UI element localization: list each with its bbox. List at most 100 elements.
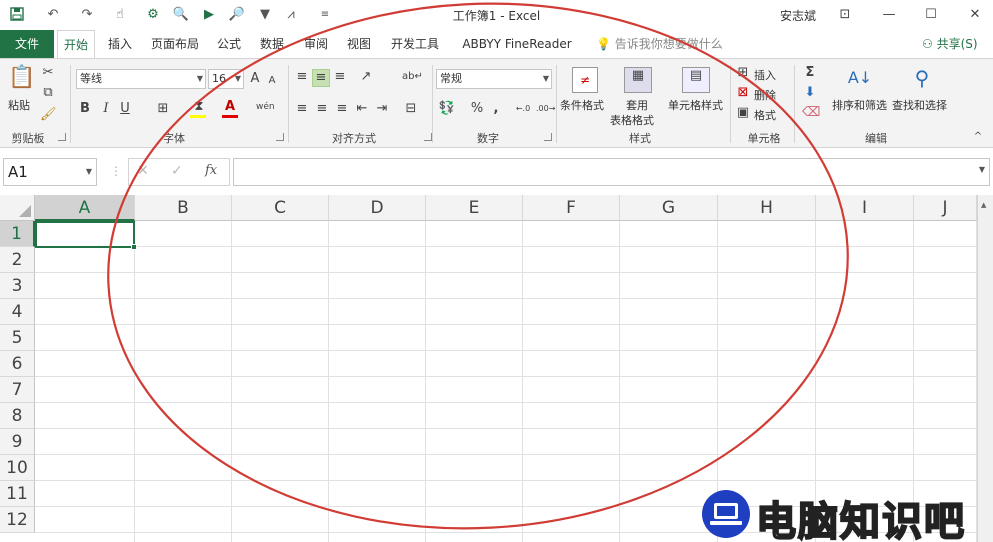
row-header-6[interactable]: 6	[0, 351, 35, 377]
tab-page-layout[interactable]: 页面布局	[148, 30, 202, 58]
tab-file[interactable]: 文件	[0, 30, 54, 58]
row-header-7[interactable]: 7	[0, 377, 35, 403]
insert-function-button[interactable]: fx	[205, 163, 225, 178]
format-cells-label[interactable]: 格式	[754, 107, 776, 123]
user-name[interactable]: 安志斌	[780, 7, 816, 24]
row-header-3[interactable]: 3	[0, 273, 35, 299]
orientation-icon[interactable]: ↗	[356, 69, 376, 85]
align-center-icon[interactable]: ≡	[314, 101, 330, 117]
grow-font-icon[interactable]: A	[248, 71, 262, 87]
tab-review[interactable]: 审阅	[300, 30, 332, 58]
select-all-corner[interactable]	[0, 195, 35, 221]
conditional-format-label[interactable]: 条件格式	[560, 97, 604, 113]
column-header-d[interactable]: D	[329, 195, 426, 221]
align-left-icon[interactable]: ≡	[294, 101, 310, 117]
row-header-12[interactable]: 12	[0, 507, 35, 533]
font-name-select[interactable]: 等线 ▼	[76, 69, 206, 89]
tab-insert[interactable]: 插入	[104, 30, 136, 58]
paste-icon[interactable]: 📋	[8, 65, 35, 91]
row-header-9[interactable]: 9	[0, 429, 35, 455]
alignment-launcher-icon[interactable]	[424, 133, 432, 141]
row-header-5[interactable]: 5	[0, 325, 35, 351]
tab-view[interactable]: 视图	[343, 30, 375, 58]
underline-button[interactable]: U	[118, 101, 132, 117]
percent-button[interactable]: %	[470, 101, 484, 117]
copy-icon[interactable]: ⧉	[40, 85, 56, 101]
column-header-f[interactable]: F	[523, 195, 620, 221]
close-icon[interactable]: ✕	[962, 4, 988, 26]
fill-handle[interactable]	[131, 244, 137, 250]
delete-cells-icon[interactable]: ⊠	[736, 85, 750, 101]
increase-decimal-icon[interactable]: ←.0	[514, 101, 532, 117]
tell-me-box[interactable]: 💡 告诉我你想要做什么	[596, 30, 723, 58]
insert-cells-icon[interactable]: ⊞	[736, 65, 750, 81]
row-header-10[interactable]: 10	[0, 455, 35, 481]
column-header-j[interactable]: J	[914, 195, 977, 221]
tab-data[interactable]: 数据	[256, 30, 288, 58]
format-as-table-label-1[interactable]: 套用	[626, 97, 648, 113]
collapse-ribbon-icon[interactable]: ^	[972, 129, 984, 145]
tab-developer[interactable]: 开发工具	[388, 30, 442, 58]
delete-cells-label[interactable]: 删除	[754, 87, 776, 103]
sort-filter-icon[interactable]: A↓	[846, 65, 874, 91]
format-painter-icon[interactable]: 🖌	[40, 107, 57, 123]
comma-button[interactable]: ,	[490, 101, 502, 117]
scroll-up-icon[interactable]: ▲	[981, 201, 986, 209]
paste-label[interactable]: 粘贴	[8, 97, 30, 113]
ribbon-display-icon[interactable]: ⊡	[832, 4, 858, 26]
decrease-indent-icon[interactable]: ⇤	[354, 101, 370, 117]
row-header-8[interactable]: 8	[0, 403, 35, 429]
align-bottom-icon[interactable]: ≡	[332, 69, 348, 85]
minimize-icon[interactable]: —	[876, 4, 902, 26]
phonetic-icon[interactable]: wén	[256, 99, 275, 115]
column-header-a[interactable]: A	[35, 195, 135, 221]
wrap-text-icon[interactable]: ab↵	[402, 69, 423, 85]
find-select-icon[interactable]: ⚲	[908, 65, 936, 91]
row-header-2[interactable]: 2	[0, 247, 35, 273]
maximize-icon[interactable]: ☐	[918, 4, 944, 26]
row-header-4[interactable]: 4	[0, 299, 35, 325]
border-icon[interactable]: ⊞	[154, 101, 172, 117]
decrease-decimal-icon[interactable]: .00→	[536, 101, 555, 117]
font-launcher-icon[interactable]	[276, 133, 284, 141]
font-size-select[interactable]: 16 ▼	[208, 69, 244, 89]
name-box[interactable]: A1 ▼	[3, 158, 97, 186]
align-top-icon[interactable]: ≡	[294, 69, 310, 85]
column-header-h[interactable]: H	[718, 195, 816, 221]
row-header-11[interactable]: 11	[0, 481, 35, 507]
clear-icon[interactable]: ⌫	[802, 105, 820, 121]
conditional-format-icon[interactable]: ≠	[572, 67, 598, 93]
bold-button[interactable]: B	[78, 101, 92, 117]
merge-center-icon[interactable]: ⊟	[402, 101, 420, 117]
clipboard-launcher-icon[interactable]	[58, 133, 66, 141]
expand-formula-icon[interactable]: ▼	[979, 165, 985, 174]
cell-styles-label[interactable]: 单元格样式	[668, 97, 723, 113]
column-header-c[interactable]: C	[232, 195, 329, 221]
sort-filter-label[interactable]: 排序和筛选	[832, 97, 887, 113]
share-button[interactable]: ⚇ 共享(S)	[922, 30, 978, 58]
increase-indent-icon[interactable]: ⇥	[374, 101, 390, 117]
number-format-select[interactable]: 常规 ▼	[436, 69, 552, 89]
cut-icon[interactable]: ✂	[40, 65, 56, 81]
column-header-g[interactable]: G	[620, 195, 718, 221]
italic-button[interactable]: I	[99, 101, 113, 117]
align-middle-icon[interactable]: ≡	[312, 69, 330, 87]
insert-cells-label[interactable]: 插入	[754, 67, 776, 83]
number-launcher-icon[interactable]	[544, 133, 552, 141]
autosum-icon[interactable]: Σ	[802, 65, 818, 81]
align-right-icon[interactable]: ≡	[334, 101, 350, 117]
column-header-i[interactable]: I	[816, 195, 914, 221]
column-header-b[interactable]: B	[135, 195, 232, 221]
cell-styles-icon[interactable]: ▤	[682, 67, 710, 93]
column-header-e[interactable]: E	[426, 195, 523, 221]
fill-color-icon[interactable]: ⧗	[190, 99, 208, 115]
tab-formulas[interactable]: 公式	[213, 30, 245, 58]
formula-input[interactable]: ▼	[233, 158, 990, 186]
enter-icon[interactable]: ✓	[171, 163, 187, 179]
format-cells-icon[interactable]: ▣	[736, 105, 750, 121]
active-cell[interactable]	[35, 221, 135, 248]
row-header-1[interactable]: 1	[0, 221, 35, 247]
accounting-format-icon[interactable]: 💱	[438, 101, 456, 117]
find-select-label[interactable]: 查找和选择	[892, 97, 947, 113]
format-as-table-icon[interactable]: ▦	[624, 67, 652, 93]
